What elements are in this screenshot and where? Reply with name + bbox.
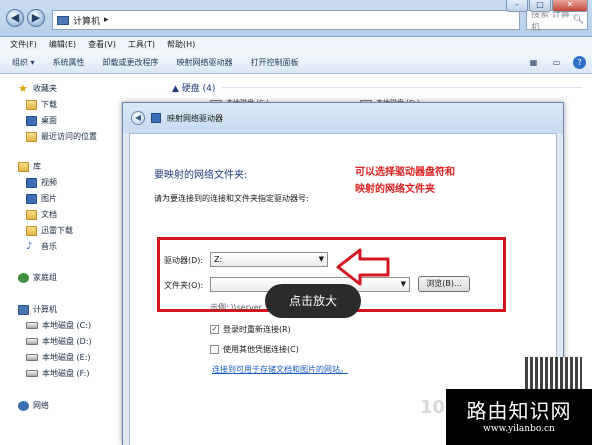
downloads-folder-icon	[26, 99, 37, 110]
network-drive-icon	[151, 113, 161, 123]
hard-drive-icon	[26, 354, 38, 361]
system-properties-button[interactable]: 系统属性	[53, 57, 85, 68]
sidebar-item-music[interactable]: ♪ 音乐	[26, 241, 57, 252]
dialog-description: 请为要连接到的连接和文件夹指定驱动器号:	[154, 194, 309, 203]
forward-button[interactable]: ▶	[27, 9, 45, 27]
address-chevron[interactable]: ▸	[104, 15, 109, 25]
picture-icon	[26, 193, 37, 204]
brand-name: 路由知识网	[466, 399, 572, 423]
other-credentials-checkbox[interactable]	[210, 345, 219, 354]
search-icon: 🔍︎	[572, 15, 584, 25]
video-icon	[26, 177, 37, 188]
brand-watermark: 路由知识网 www.yilanbo.cn	[446, 389, 592, 445]
example-text: 示例: \\server	[210, 303, 262, 312]
document-icon	[26, 209, 37, 220]
help-icon[interactable]: ?	[573, 56, 586, 69]
dialog-title: 映射网络驱动器	[167, 113, 223, 123]
sidebar-item-drive-e[interactable]: 本地磁盘 (E:)	[26, 352, 91, 363]
brand-url: www.yilanbo.cn	[483, 424, 555, 434]
hard-drive-icon	[26, 370, 38, 377]
sidebar-item-recent[interactable]: 最近访问的位置	[26, 131, 97, 142]
menu-edit[interactable]: 编辑(E)	[49, 39, 76, 50]
star-icon: ★	[18, 81, 28, 95]
dialog-back-button[interactable]: ◀	[131, 111, 145, 125]
open-control-panel-button[interactable]: 打开控制面板	[251, 57, 299, 68]
drive-letter-select[interactable]: Z: ▼	[210, 252, 328, 267]
drive-label: 驱动器(D):	[164, 256, 204, 265]
computer-icon	[18, 304, 29, 315]
uninstall-program-button[interactable]: 卸载或更改程序	[103, 57, 159, 68]
dialog-title-bar: ◀ 映射网络驱动器	[123, 103, 563, 133]
preview-pane-icon[interactable]: ▭	[550, 56, 563, 69]
back-button[interactable]: ◀	[6, 9, 24, 27]
close-button[interactable]: ✕	[552, 0, 588, 12]
sidebar-item-drive-f[interactable]: 本地磁盘 (F:)	[26, 368, 89, 379]
network-icon	[18, 400, 29, 411]
sidebar-item-desktop[interactable]: 桌面	[26, 115, 57, 126]
red-annotation: 可以选择驱动器盘符和 映射的网络文件夹	[355, 167, 455, 195]
dropdown-arrow-icon: ▼	[400, 280, 406, 288]
view-options-icon[interactable]: ▦	[527, 56, 540, 69]
sidebar-item-computer[interactable]: 计算机	[18, 304, 57, 315]
recent-places-icon	[26, 131, 37, 142]
reconnect-option[interactable]: ✓ 登录时重新连接(R)	[210, 324, 291, 335]
sidebar-item-network[interactable]: 网络	[18, 400, 49, 411]
dialog-heading: 要映射的网络文件夹:	[154, 170, 248, 181]
minimize-button[interactable]: –	[506, 0, 528, 12]
sidebar-item-homegroup[interactable]: 家庭组	[18, 272, 57, 283]
hard-drive-icon	[26, 322, 38, 329]
red-arrow-icon	[336, 248, 390, 286]
reconnect-checkbox[interactable]: ✓	[210, 325, 219, 334]
other-credentials-option[interactable]: 使用其他凭据连接(C)	[210, 344, 299, 355]
hard-disks-group-header[interactable]: ▲ 硬盘 (4)	[172, 81, 215, 94]
faded-watermark-text: 10	[420, 397, 446, 418]
sidebar-item-drive-d[interactable]: 本地磁盘 (D:)	[26, 336, 92, 347]
browse-button[interactable]: 浏览(B)...	[418, 276, 470, 292]
menu-view[interactable]: 查看(V)	[88, 39, 116, 50]
hard-drive-icon	[26, 338, 38, 345]
sidebar-item-drive-c[interactable]: 本地磁盘 (C:)	[26, 320, 91, 331]
sidebar-item-documents[interactable]: 文档	[26, 209, 57, 220]
address-bar[interactable]: 计算机 ▸	[52, 10, 520, 30]
dropdown-arrow-icon: ▼	[318, 255, 324, 263]
command-toolbar: 组织 ▾ 系统属性 卸载或更改程序 映射网络驱动器 打开控制面板 ▦ ▭ ?	[0, 52, 592, 74]
maximize-button[interactable]: □	[529, 0, 551, 12]
menu-file[interactable]: 文件(F)	[10, 39, 37, 50]
qr-code-icon	[525, 357, 582, 389]
homegroup-icon	[18, 272, 29, 283]
desktop-icon	[26, 115, 37, 126]
sidebar-item-favorites[interactable]: ★ 收藏夹	[18, 83, 57, 94]
map-network-drive-button[interactable]: 映射网络驱动器	[177, 57, 233, 68]
menu-bar: 文件(F) 编辑(E) 查看(V) 工具(T) 帮助(H)	[0, 37, 592, 52]
library-icon	[18, 161, 29, 172]
sidebar-item-downloads[interactable]: 下载	[26, 99, 57, 110]
sidebar-item-libraries[interactable]: 库	[18, 161, 41, 172]
title-bar: ◀ ▶ 计算机 ▸ 搜索 计算机 🔍︎ – □ ✕	[0, 0, 592, 37]
organize-button[interactable]: 组织 ▾	[12, 57, 35, 68]
click-to-enlarge-tooltip[interactable]: 点击放大	[265, 284, 361, 318]
music-icon: ♪	[26, 240, 33, 252]
sidebar-item-thunder-downloads[interactable]: 迅雷下载	[26, 225, 73, 236]
sidebar-item-videos[interactable]: 视频	[26, 177, 57, 188]
group-divider	[222, 87, 582, 88]
window-controls: – □ ✕	[506, 0, 588, 14]
folder-label: 文件夹(O):	[164, 281, 204, 290]
sidebar-item-pictures[interactable]: 图片	[26, 193, 57, 204]
connect-website-link[interactable]: 连接到可用于存储文档和图片的网站。	[212, 364, 348, 375]
computer-icon	[57, 15, 69, 25]
address-segment[interactable]: 计算机	[73, 14, 100, 27]
folder-icon	[26, 225, 37, 236]
menu-help[interactable]: 帮助(H)	[167, 39, 195, 50]
menu-tools[interactable]: 工具(T)	[128, 39, 155, 50]
